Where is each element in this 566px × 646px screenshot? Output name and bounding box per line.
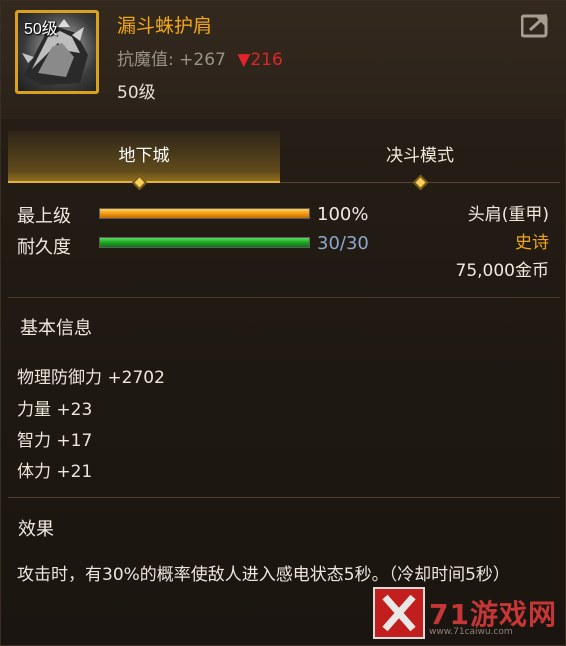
max-level-label: 最上级 <box>17 206 71 227</box>
share-icon <box>520 14 548 38</box>
item-header: 50级 漏斗蛛护肩 抗魔值: +267 ▼216 50级 <box>1 1 566 119</box>
down-arrow-icon: ▼ <box>237 50 251 70</box>
attribute-line: 物理防御力 +2702 <box>17 368 165 388</box>
max-level-bar <box>99 208 310 219</box>
watermark: 71游戏网 www.71caiwu.com <box>339 587 559 643</box>
attribute-line: 智力 +17 <box>17 431 93 451</box>
price-label: 75,000金币 <box>455 261 549 281</box>
attribute-line: 体力 +21 <box>17 462 93 482</box>
item-level-badge: 50级 <box>24 21 58 38</box>
durability-label: 耐久度 <box>17 237 71 258</box>
resist-down-value: 216 <box>250 50 283 70</box>
watermark-logo-icon <box>373 587 425 639</box>
max-level-bar-fill <box>100 209 309 218</box>
item-tooltip-panel: 50级 漏斗蛛护肩 抗魔值: +267 ▼216 50级 地下城 决斗模式 最上… <box>0 0 566 646</box>
effect-text: 攻击时，有30%的概率使敌人进入感电状态5秒。（冷却时间5秒） <box>17 565 510 585</box>
share-button[interactable] <box>520 12 551 38</box>
durability-value: 30/30 <box>317 233 369 254</box>
max-level-value: 100% <box>317 204 369 225</box>
tab-dungeon[interactable]: 地下城 <box>8 131 280 183</box>
resist-row: 抗魔值: +267 ▼216 <box>117 45 283 70</box>
basic-info-title: 基本信息 <box>20 318 92 339</box>
durability-bar-fill <box>100 238 309 247</box>
required-level: 50级 <box>117 83 156 103</box>
resist-label: 抗魔值: <box>117 50 174 70</box>
rarity-label: 史诗 <box>515 233 549 253</box>
item-name: 漏斗蛛护肩 <box>117 15 213 37</box>
resist-down-indicator: ▼216 <box>237 50 283 70</box>
attribute-line: 力量 +23 <box>17 400 93 420</box>
mode-tabs: 地下城 决斗模式 <box>8 131 560 191</box>
shoulder-armor-icon: 50级 <box>15 10 99 94</box>
equipment-slot: 头肩(重甲) <box>467 205 549 225</box>
divider <box>8 297 560 298</box>
watermark-url: www.71caiwu.com <box>429 627 513 637</box>
divider <box>8 497 560 498</box>
resist-value: +267 <box>179 50 226 70</box>
effect-title: 效果 <box>18 519 54 540</box>
durability-bar <box>99 237 310 248</box>
